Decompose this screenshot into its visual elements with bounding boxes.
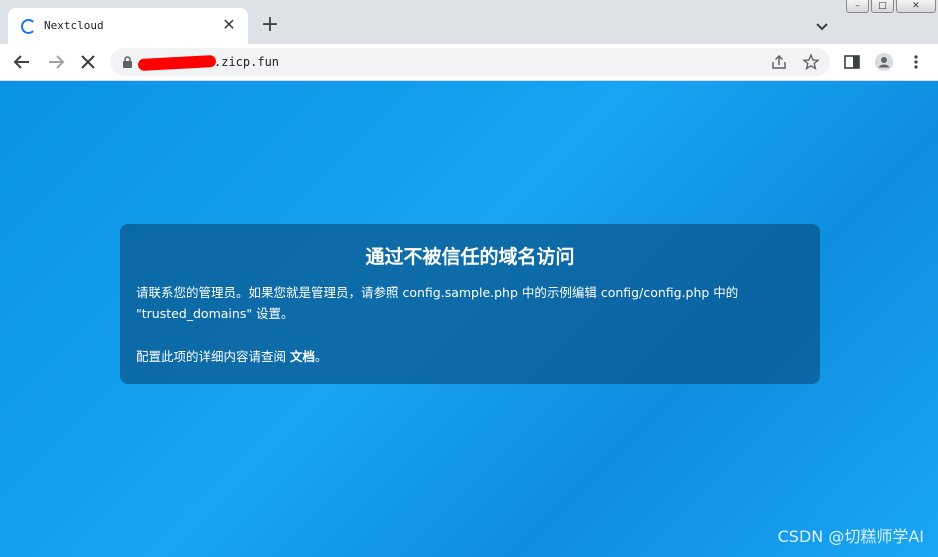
window-controls: – □ ✕ <box>846 0 936 14</box>
redacted-domain <box>137 54 217 72</box>
error-message: 请联系您的管理员。如果您就是管理员，请参照 config.sample.php … <box>136 285 739 321</box>
lock-icon[interactable] <box>122 56 133 68</box>
error-title: 通过不被信任的域名访问 <box>365 246 575 268</box>
tab-title: Nextcloud <box>44 19 104 32</box>
side-panel-icon[interactable] <box>842 52 862 72</box>
bookmark-star-icon[interactable] <box>802 53 820 71</box>
share-icon[interactable] <box>770 53 788 71</box>
address-bar[interactable]: .zicp.fun <box>110 48 830 76</box>
forward-arrow-icon[interactable] <box>45 51 67 73</box>
docs-hint-end: 。 <box>315 349 328 364</box>
chevron-down-icon[interactable] <box>812 16 832 36</box>
url-text[interactable]: .zicp.fun <box>214 55 279 69</box>
docs-link[interactable]: 文档 <box>290 349 315 364</box>
tab-nextcloud[interactable]: Nextcloud ✕ <box>8 8 248 44</box>
restore-button[interactable]: □ <box>870 0 894 13</box>
tab-close-icon[interactable]: ✕ <box>220 16 238 34</box>
watermark: CSDN @切糕师学AI <box>777 527 924 546</box>
loading-spinner-icon <box>21 19 36 34</box>
window-close-button[interactable]: ✕ <box>895 0 936 13</box>
profile-avatar-icon[interactable] <box>874 52 894 72</box>
page-content: 通过不被信任的域名访问 请联系您的管理员。如果您就是管理员，请参照 config… <box>0 81 938 557</box>
error-card: 通过不被信任的域名访问 请联系您的管理员。如果您就是管理员，请参照 config… <box>120 224 820 384</box>
minimize-button[interactable]: – <box>846 0 869 13</box>
more-menu-icon[interactable] <box>906 52 926 72</box>
browser-toolbar: .zicp.fun <box>0 44 938 81</box>
docs-hint-text: 配置此项的详细内容请查阅 <box>136 349 287 364</box>
docs-hint: 配置此项的详细内容请查阅 文档。 <box>136 346 806 367</box>
back-arrow-icon[interactable] <box>11 51 33 73</box>
stop-loading-icon[interactable] <box>77 51 99 73</box>
new-tab-button[interactable]: + <box>258 14 282 38</box>
tab-strip: Nextcloud ✕ + – □ ✕ <box>0 0 938 44</box>
